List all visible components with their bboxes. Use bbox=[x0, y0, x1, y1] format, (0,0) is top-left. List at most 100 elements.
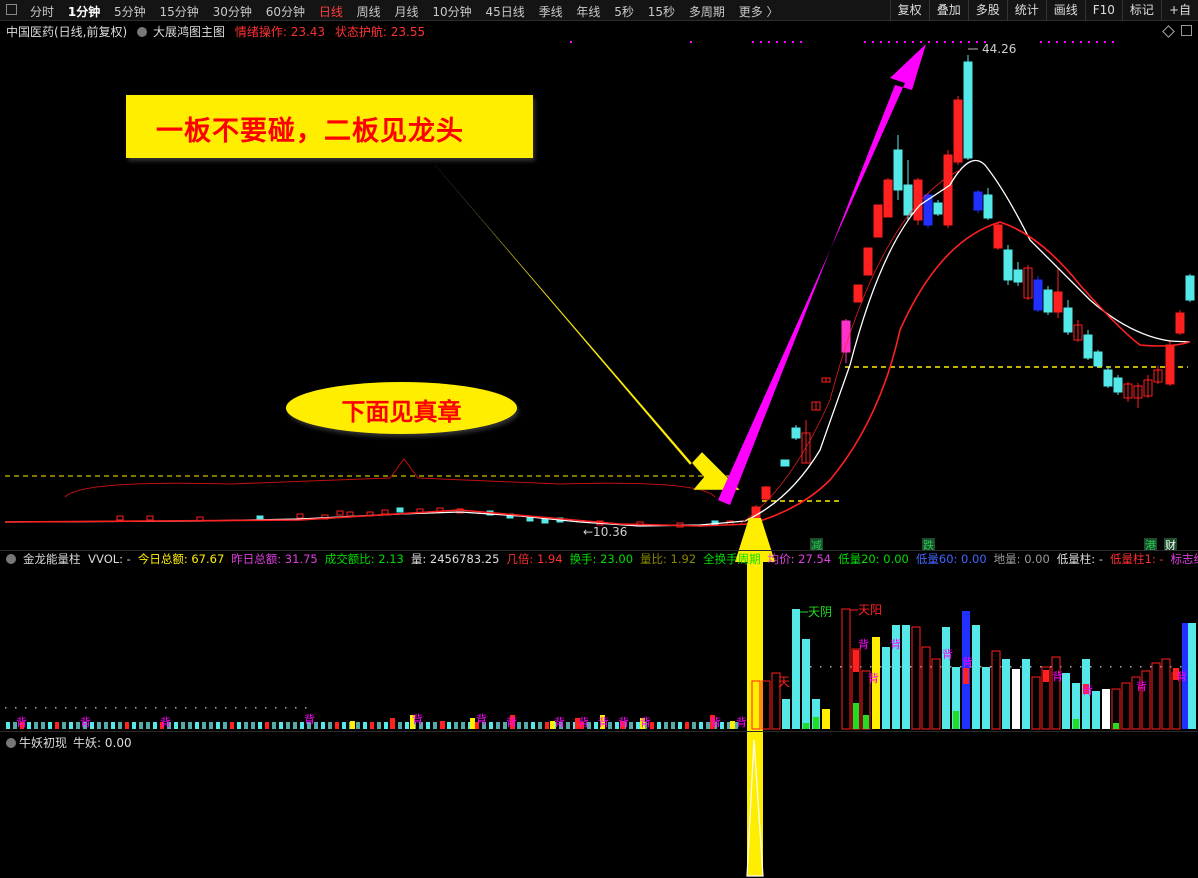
volume-stat-4: 量: 2456783.25 bbox=[410, 552, 500, 566]
volume-dot bbox=[55, 707, 57, 709]
volume-bar-small bbox=[111, 722, 115, 729]
volume-bar-small bbox=[265, 722, 269, 729]
volume-bar bbox=[802, 639, 810, 729]
volume-bar-small bbox=[426, 722, 430, 729]
volume-bar-small bbox=[279, 722, 283, 729]
marker-dot bbox=[936, 41, 938, 43]
volume-bar-small bbox=[678, 722, 682, 729]
volume-bar bbox=[972, 625, 980, 729]
volume-bar-small bbox=[139, 722, 143, 729]
marker-dot bbox=[1064, 41, 1066, 43]
flat-candle bbox=[296, 513, 304, 519]
volume-dot bbox=[840, 666, 842, 668]
volume-fill-red bbox=[1043, 670, 1049, 682]
volume-stat-15: 标志线 bbox=[1170, 552, 1198, 566]
volume-bar bbox=[1121, 682, 1131, 730]
marker-dot bbox=[1104, 41, 1106, 43]
volume-dot bbox=[295, 707, 297, 709]
niu-settings-icon[interactable] bbox=[6, 738, 16, 748]
marker-dot bbox=[768, 41, 770, 43]
volume-bar bbox=[942, 627, 950, 729]
volume-dot bbox=[175, 707, 177, 709]
flat-candle bbox=[116, 515, 124, 521]
volume-title[interactable]: 金龙能量柱 bbox=[23, 552, 81, 566]
volume-stat-12: 地量: 0.00 bbox=[993, 552, 1050, 566]
candle-body bbox=[983, 194, 993, 219]
marker-dot bbox=[1096, 41, 1098, 43]
volume-bar bbox=[991, 650, 1001, 730]
volume-bar-small bbox=[517, 722, 521, 729]
volume-stat-13: 低量柱: - bbox=[1056, 552, 1103, 566]
marker-dot bbox=[912, 41, 914, 43]
volume-dot bbox=[1100, 666, 1102, 668]
marker-dot bbox=[570, 41, 572, 43]
marker-dot bbox=[952, 41, 954, 43]
volume-mark-bei: 背 bbox=[710, 715, 721, 729]
volume-dot bbox=[205, 707, 207, 709]
volume-dot bbox=[910, 666, 912, 668]
marker-dot bbox=[928, 41, 930, 43]
candle-body bbox=[933, 202, 943, 215]
volume-dot bbox=[125, 707, 127, 709]
volume-mark-bei: 背 bbox=[640, 715, 651, 729]
volume-mark-bei: 背 bbox=[304, 712, 315, 726]
marker-dot bbox=[896, 41, 898, 43]
candle-body bbox=[873, 204, 883, 238]
volume-bar-small bbox=[496, 722, 500, 729]
marker-dot bbox=[776, 41, 778, 43]
yellow-arrow-vertical bbox=[735, 518, 775, 876]
volume-stat-6: 换手: 23.00 bbox=[569, 552, 634, 566]
volume-fill-red bbox=[853, 650, 859, 672]
volume-bar-marker bbox=[390, 718, 395, 729]
candle-body bbox=[863, 247, 873, 276]
volume-bar-small bbox=[62, 722, 66, 729]
volume-mark-tianyin: 天阴 bbox=[808, 605, 832, 619]
marker-dot bbox=[1112, 41, 1114, 43]
marker-dot bbox=[1080, 41, 1082, 43]
niu-title[interactable]: 牛妖初现 bbox=[19, 736, 67, 750]
volume-info-line: 金龙能量柱 VVOL: - 今日总额: 67.67 昨日总额: 31.75 成交额比:… bbox=[6, 551, 1198, 567]
volume-bar-small bbox=[433, 722, 437, 729]
volume-bar-small bbox=[489, 722, 493, 729]
volume-dot bbox=[305, 707, 307, 709]
volume-bar bbox=[822, 709, 830, 729]
volume-dot bbox=[285, 707, 287, 709]
volume-bar-small bbox=[286, 722, 290, 729]
volume-bar-small bbox=[363, 722, 367, 729]
candle-body bbox=[853, 284, 863, 303]
volume-dot bbox=[880, 666, 882, 668]
volume-bar-small bbox=[447, 722, 451, 729]
volume-dot bbox=[65, 707, 67, 709]
volume-dot bbox=[95, 707, 97, 709]
volume-dot bbox=[185, 707, 187, 709]
niu-info-line: 牛妖初现 牛妖: 0.00 bbox=[6, 734, 132, 751]
candle-body bbox=[943, 154, 953, 226]
candle-body bbox=[780, 459, 790, 467]
callout-top-text: 一板不要碰，二板见龙头 bbox=[156, 116, 464, 147]
volume-bar-small bbox=[461, 722, 465, 729]
volume-bar-small bbox=[629, 722, 633, 729]
volume-bar-small bbox=[195, 722, 199, 729]
volume-settings-icon[interactable] bbox=[6, 554, 16, 564]
volume-bar bbox=[1151, 662, 1161, 730]
flat-candle bbox=[396, 507, 404, 513]
volume-bar-small bbox=[272, 722, 276, 729]
volume-bar-small bbox=[181, 722, 185, 729]
volume-dot bbox=[1180, 666, 1182, 668]
volume-dot bbox=[1140, 666, 1142, 668]
volume-dot bbox=[820, 666, 822, 668]
volume-fill-green bbox=[813, 717, 819, 729]
main-chart-layer: 44.26←10.36减跌港财天阴 天阳天背背背背背背背背背背背背背背背背背背背背… bbox=[4, 41, 1196, 877]
candle-body bbox=[1113, 377, 1123, 393]
volume-dot bbox=[1120, 666, 1122, 668]
volume-bar-small bbox=[209, 722, 213, 729]
volume-bar-small bbox=[657, 722, 661, 729]
volume-dot bbox=[1030, 666, 1032, 668]
volume-stat-1: 今日总额: 67.67 bbox=[137, 552, 225, 566]
volume-stat-9: 均价: 27.54 bbox=[767, 552, 832, 566]
volume-fill-red bbox=[963, 668, 969, 684]
volume-bar-small bbox=[153, 722, 157, 729]
candle-body bbox=[1033, 279, 1043, 311]
volume-mark-bei: 背 bbox=[1176, 669, 1187, 683]
volume-bar-small bbox=[664, 722, 668, 729]
